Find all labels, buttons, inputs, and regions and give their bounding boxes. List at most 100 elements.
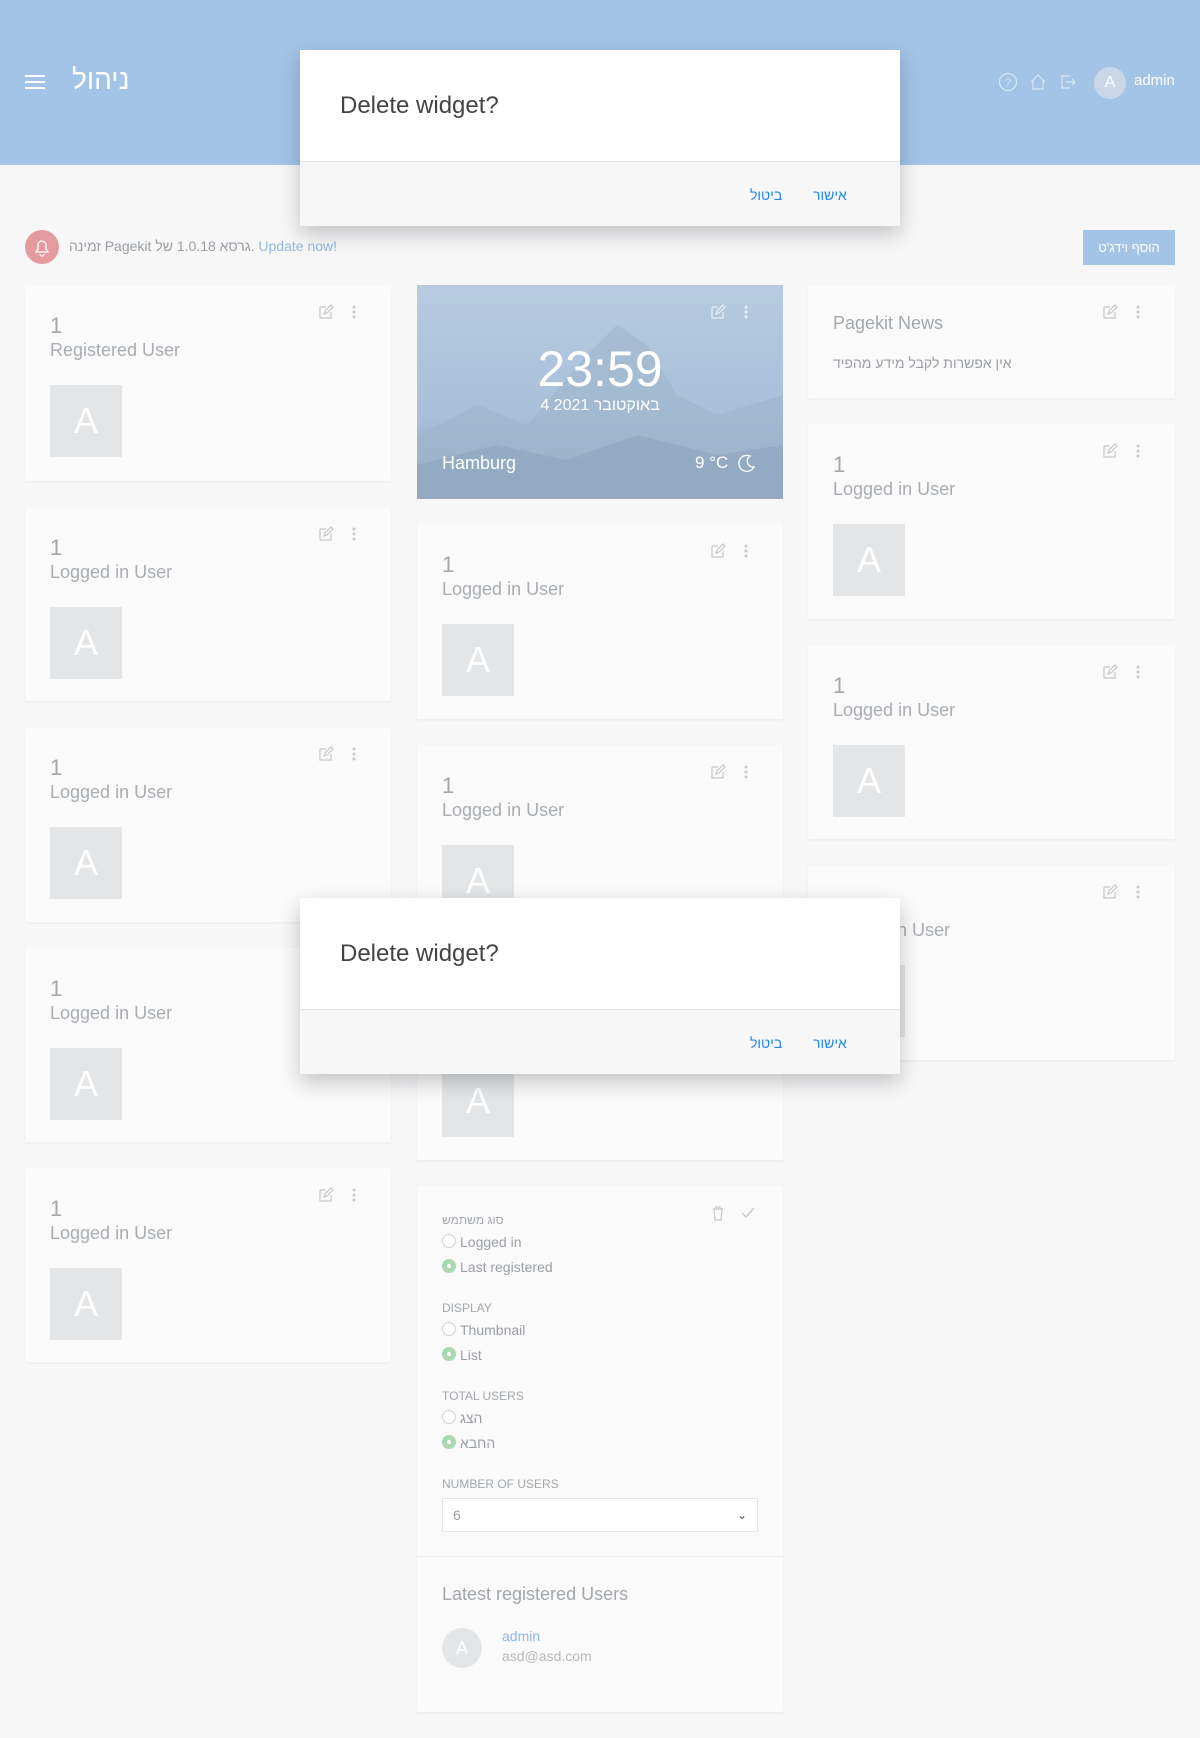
user-avatar-tile[interactable]: A (50, 1048, 122, 1120)
widget-label: Logged in User (833, 700, 956, 720)
widget-tools (1101, 883, 1155, 903)
user-avatar[interactable]: A (1094, 67, 1126, 99)
latest-user-name[interactable]: admin (502, 1628, 540, 1644)
user-avatar-tile[interactable]: A (50, 827, 122, 899)
edit-icon[interactable] (1101, 663, 1119, 681)
more-icon[interactable] (1135, 883, 1141, 901)
news-widget: Pagekit News אין אפשרות לקבל מידע מהפיד (808, 285, 1175, 398)
edit-icon[interactable] (709, 542, 727, 560)
display-label: DISPLAY (442, 1301, 492, 1315)
chevron-down-icon: ⌄ (736, 1508, 747, 1522)
user-avatar-tile[interactable]: A (50, 607, 122, 679)
user-avatar-tile[interactable]: A (833, 524, 905, 596)
weather-city: Hamburg (442, 453, 517, 473)
cancel-button[interactable]: ביטול (750, 187, 782, 203)
logout-icon[interactable] (1058, 72, 1078, 92)
home-icon[interactable] (1028, 72, 1048, 92)
number-of-users-select[interactable]: 6 ⌄ (442, 1498, 758, 1532)
clock-time: 23:59 (537, 341, 663, 397)
more-icon[interactable] (743, 303, 749, 321)
cancel-button[interactable]: ביטול (750, 1035, 782, 1051)
user-widget: 1 Logged in User A (25, 727, 391, 922)
brand-title[interactable]: ניהול (72, 64, 129, 96)
latest-user-email: asd@asd.com (502, 1648, 592, 1664)
weather-widget: 23:59 4 2021 באוקטובר Hamburg 9 °C (417, 285, 783, 499)
radio-logged-in[interactable]: Logged in (442, 1234, 522, 1250)
edit-icon[interactable] (1101, 883, 1119, 901)
user-widget: 1 Logged in User A (25, 507, 391, 701)
edit-icon[interactable] (1101, 303, 1119, 321)
check-icon[interactable] (739, 1204, 757, 1222)
more-icon[interactable] (351, 1186, 357, 1204)
widget-label: Logged in User (833, 479, 956, 499)
svg-text:?: ? (1005, 77, 1011, 89)
edit-icon[interactable] (317, 745, 335, 763)
user-count: 1 (50, 313, 63, 338)
more-icon[interactable] (351, 303, 357, 321)
widget-label: Logged in User (50, 1223, 173, 1243)
widget-tools (1101, 442, 1155, 462)
radio-label: הצג (460, 1410, 483, 1426)
widget-tools (709, 763, 763, 783)
widget-label: Logged in User (442, 579, 565, 599)
widget-label: Logged in User (50, 562, 173, 582)
divider (417, 1556, 783, 1557)
user-widget: 1 Logged in User A (808, 645, 1175, 839)
dialog-title: Delete widget? (340, 940, 499, 967)
widget-tools (709, 1204, 763, 1224)
update-now-link[interactable]: Update now! (258, 238, 337, 254)
user-avatar-tile[interactable]: A (442, 624, 514, 696)
more-icon[interactable] (1135, 442, 1141, 460)
widget-tools (317, 1186, 371, 1206)
user-avatar-tile[interactable]: A (50, 385, 122, 457)
more-icon[interactable] (1135, 663, 1141, 681)
latest-users-title: Latest registered Users (442, 1584, 629, 1604)
edit-icon[interactable] (709, 303, 727, 321)
dialog-footer: ביטול אישור (300, 1009, 900, 1074)
edit-icon[interactable] (317, 525, 335, 543)
avatar[interactable]: A (442, 1628, 482, 1668)
more-icon[interactable] (351, 745, 357, 763)
radio-label: Last registered (460, 1259, 553, 1275)
menu-icon[interactable] (25, 75, 45, 89)
widget-tools (1101, 663, 1155, 683)
widget-tools (317, 525, 371, 545)
help-icon[interactable]: ? (998, 72, 1018, 92)
widget-label: Logged in User (442, 800, 565, 820)
user-name[interactable]: admin (1134, 72, 1175, 89)
radio-label: החבא (460, 1435, 496, 1451)
edit-icon[interactable] (1101, 442, 1119, 460)
trash-icon[interactable] (709, 1204, 727, 1222)
radio-thumbnail[interactable]: Thumbnail (442, 1322, 525, 1338)
more-icon[interactable] (743, 542, 749, 560)
user-count: 1 (442, 552, 455, 577)
user-avatar-tile[interactable]: A (50, 1268, 122, 1340)
widget-label: in User (893, 920, 951, 940)
clock-date: 4 2021 באוקטובר (540, 397, 660, 414)
radio-list[interactable]: List (442, 1347, 482, 1363)
user-widget: 1 Logged in User A (808, 424, 1175, 619)
confirm-button[interactable]: אישור (813, 187, 847, 203)
user-count: 1 (833, 452, 846, 477)
edit-icon[interactable] (317, 1186, 335, 1204)
widget-tools (317, 745, 371, 765)
more-icon[interactable] (351, 525, 357, 543)
confirm-button[interactable]: אישור (813, 1035, 847, 1051)
user-count: 1 (50, 535, 63, 560)
more-icon[interactable] (743, 763, 749, 781)
edit-icon[interactable] (317, 303, 335, 321)
add-widget-button[interactable]: הוסף וידג'ט (1083, 230, 1175, 265)
total-users-label: TOTAL USERS (442, 1389, 524, 1403)
more-icon[interactable] (1135, 303, 1141, 321)
radio-label: List (460, 1347, 482, 1363)
radio-last-registered[interactable]: Last registered (442, 1259, 553, 1275)
dialog-title: Delete widget? (340, 92, 499, 119)
delete-widget-dialog: Delete widget? ביטול אישור (300, 50, 900, 226)
user-avatar-tile[interactable]: A (833, 745, 905, 817)
user-avatar-tile[interactable]: A (442, 1065, 514, 1137)
radio-show[interactable]: הצג (442, 1410, 482, 1426)
radio-hide[interactable]: החבא (442, 1435, 495, 1451)
dialog-footer: ביטול אישור (300, 161, 900, 226)
notice-message: זמינה Pagekit גרסא 1.0.18 של. (69, 238, 255, 254)
edit-icon[interactable] (709, 763, 727, 781)
